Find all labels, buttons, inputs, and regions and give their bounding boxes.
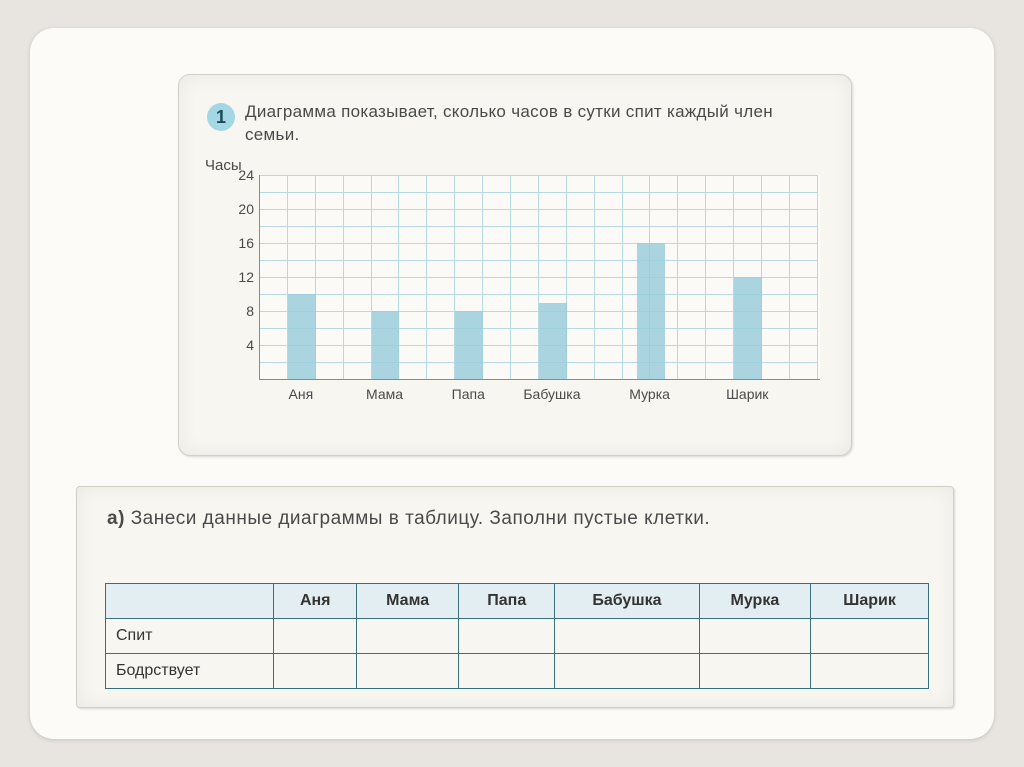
table-corner-cell — [106, 584, 274, 619]
x-label: Шарик — [726, 386, 768, 402]
table-row: Бодрствует — [106, 654, 929, 689]
lower-panel: а) Занеси данные диаграммы в таблицу. За… — [76, 486, 954, 708]
table-cell[interactable] — [274, 654, 357, 689]
y-tick: 12 — [224, 269, 254, 285]
y-tick: 24 — [224, 167, 254, 183]
question-text: Диаграмма показывает, сколько часов в су… — [245, 101, 805, 147]
upper-panel: 1 Диаграмма показывает, сколько часов в … — [178, 74, 852, 456]
table-cell[interactable] — [459, 654, 555, 689]
table-cell[interactable] — [811, 619, 929, 654]
table-header-cell: Мурка — [699, 584, 811, 619]
table-header-cell: Бабушка — [555, 584, 699, 619]
bar-Мама — [372, 311, 400, 379]
bar-Папа — [455, 311, 483, 379]
row-label: Бодрствует — [106, 654, 274, 689]
table-cell[interactable] — [699, 654, 811, 689]
table-cell[interactable] — [274, 619, 357, 654]
table-cell[interactable] — [555, 619, 699, 654]
exercise-number-badge: 1 — [207, 103, 235, 131]
table-header-cell: Шарик — [811, 584, 929, 619]
table-header-cell: Мама — [356, 584, 458, 619]
task-a-marker: а) — [107, 508, 125, 529]
table-cell[interactable] — [699, 619, 811, 654]
bar-Шарик — [734, 277, 762, 379]
table-cell[interactable] — [356, 654, 458, 689]
y-tick: 4 — [224, 337, 254, 353]
x-axis-labels: Аня Мама Папа Бабушка Мурка Шарик — [259, 386, 819, 406]
y-tick: 8 — [224, 303, 254, 319]
row-label: Спит — [106, 619, 274, 654]
x-label: Папа — [452, 386, 485, 402]
chart-grid: 4812162024 — [259, 175, 820, 380]
x-label: Бабушка — [523, 386, 580, 402]
table-header-cell: Папа — [459, 584, 555, 619]
table-cell[interactable] — [459, 619, 555, 654]
task-a-text: а) Занеси данные диаграммы в таблицу. За… — [107, 505, 927, 534]
y-tick: 20 — [224, 201, 254, 217]
bar-Аня — [288, 294, 316, 379]
bar-Бабушка — [539, 303, 567, 380]
x-label: Мурка — [629, 386, 670, 402]
answer-table: АняМамаПапаБабушкаМуркаШарик СпитБодрств… — [105, 583, 929, 689]
table-cell[interactable] — [356, 619, 458, 654]
table-cell[interactable] — [555, 654, 699, 689]
table-row: Спит — [106, 619, 929, 654]
table-header-cell: Аня — [274, 584, 357, 619]
y-tick: 16 — [224, 235, 254, 251]
x-label: Аня — [289, 386, 314, 402]
bar-chart: 4812162024 Аня Мама Папа Бабушка Мурка Шарик — [259, 175, 819, 406]
x-label: Мама — [366, 386, 403, 402]
bar-Мурка — [637, 243, 665, 379]
task-a-body: Занеси данные диаграммы в таблицу. Запол… — [131, 508, 710, 529]
table-header-row: АняМамаПапаБабушкаМуркаШарик — [106, 584, 929, 619]
table-cell[interactable] — [811, 654, 929, 689]
slide-frame: 1 Диаграмма показывает, сколько часов в … — [30, 28, 994, 739]
